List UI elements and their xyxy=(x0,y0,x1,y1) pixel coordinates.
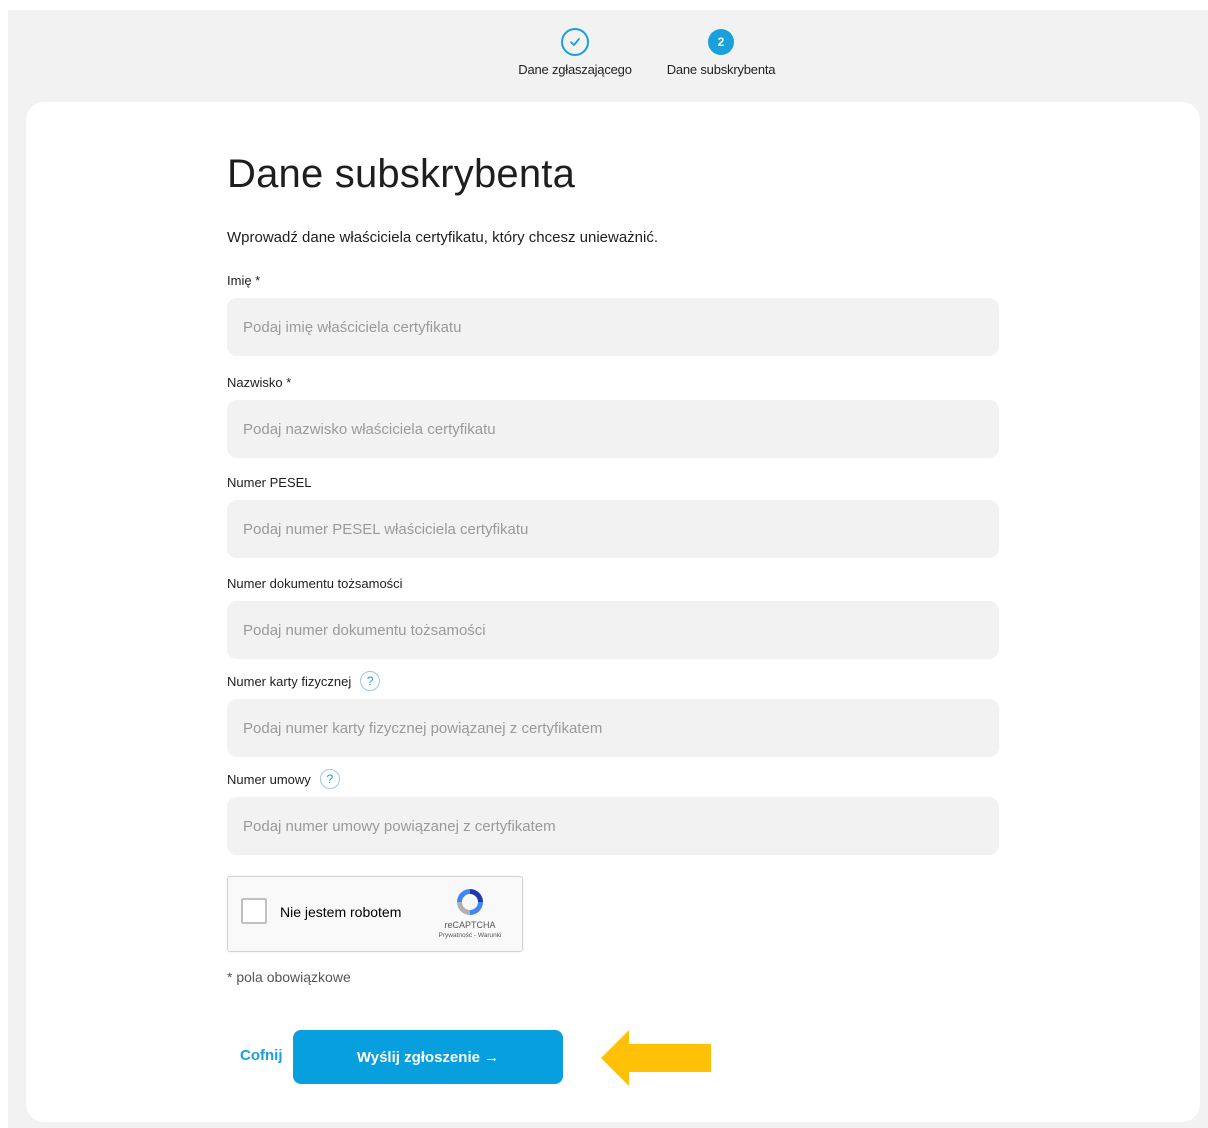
field-dokument: Numer dokumentu tożsamości xyxy=(227,571,999,659)
first-name-input[interactable] xyxy=(227,298,999,356)
field-pesel: Numer PESEL xyxy=(227,470,999,558)
page-title: Dane subskrybenta xyxy=(227,152,576,196)
field-imie: Imię * xyxy=(227,268,999,356)
step-dane-zglaszajacego: Dane zgłaszającego xyxy=(512,28,638,77)
recaptcha-label: Nie jestem robotem xyxy=(280,904,402,920)
recaptcha-icon xyxy=(457,889,483,915)
field-karta: Numer karty fizycznej ? xyxy=(227,669,999,757)
field-label-text: Numer karty fizycznej xyxy=(227,673,352,689)
recaptcha-logo: reCAPTCHA Prywatność - Warunki xyxy=(430,886,510,939)
field-label-text: Numer PESEL xyxy=(227,474,312,490)
progress-stepper: Dane zgłaszającego 2 Dane subskrybenta xyxy=(8,10,1208,102)
step-number-badge: 2 xyxy=(708,29,734,55)
pesel-input[interactable] xyxy=(227,500,999,558)
field-label-text: Imię * xyxy=(227,272,261,288)
question-icon[interactable]: ? xyxy=(360,671,381,691)
intro-text: Wprowadź dane właściciela certyfikatu, k… xyxy=(227,229,659,246)
page-background: Dane zgłaszającego 2 Dane subskrybenta D… xyxy=(8,10,1208,1128)
required-fields-note: * pola obowiązkowe xyxy=(227,969,351,985)
field-label: Numer dokumentu tożsamości xyxy=(227,571,999,595)
field-label: Numer karty fizycznej ? xyxy=(227,669,999,693)
id-document-input[interactable] xyxy=(227,601,999,659)
step-label: Dane subskrybenta xyxy=(666,62,776,77)
field-label: Nazwisko * xyxy=(227,370,999,394)
field-label: Numer PESEL xyxy=(227,470,999,494)
field-nazwisko: Nazwisko * xyxy=(227,370,999,458)
step-label: Dane zgłaszającego xyxy=(518,62,632,77)
field-label: Imię * xyxy=(227,268,999,292)
field-umowa: Numer umowy ? xyxy=(227,767,999,855)
recaptcha-checkbox[interactable] xyxy=(241,898,267,924)
recaptcha-brand: reCAPTCHA xyxy=(444,920,496,930)
back-link[interactable]: Cofnij xyxy=(240,1047,283,1064)
step-dane-subskrybenta: 2 Dane subskrybenta xyxy=(660,28,782,77)
arrow-left-icon xyxy=(601,1030,711,1086)
form-card: Dane subskrybenta Wprowadź dane właścici… xyxy=(26,102,1200,1122)
field-label-text: Numer dokumentu tożsamości xyxy=(227,575,403,591)
submit-button[interactable]: Wyślij zgłoszenie → xyxy=(293,1030,563,1084)
question-icon[interactable]: ? xyxy=(319,769,340,789)
field-label: Numer umowy ? xyxy=(227,767,999,791)
recaptcha-links[interactable]: Prywatność - Warunki xyxy=(430,932,510,939)
card-number-input[interactable] xyxy=(227,699,999,757)
check-circle-icon xyxy=(561,28,589,56)
field-label-text: Numer umowy xyxy=(227,771,311,787)
recaptcha-widget: Nie jestem robotem reCAPTCHA Prywatność … xyxy=(227,876,523,952)
last-name-input[interactable] xyxy=(227,400,999,458)
contract-number-input[interactable] xyxy=(227,797,999,855)
field-label-text: Nazwisko * xyxy=(227,374,292,390)
